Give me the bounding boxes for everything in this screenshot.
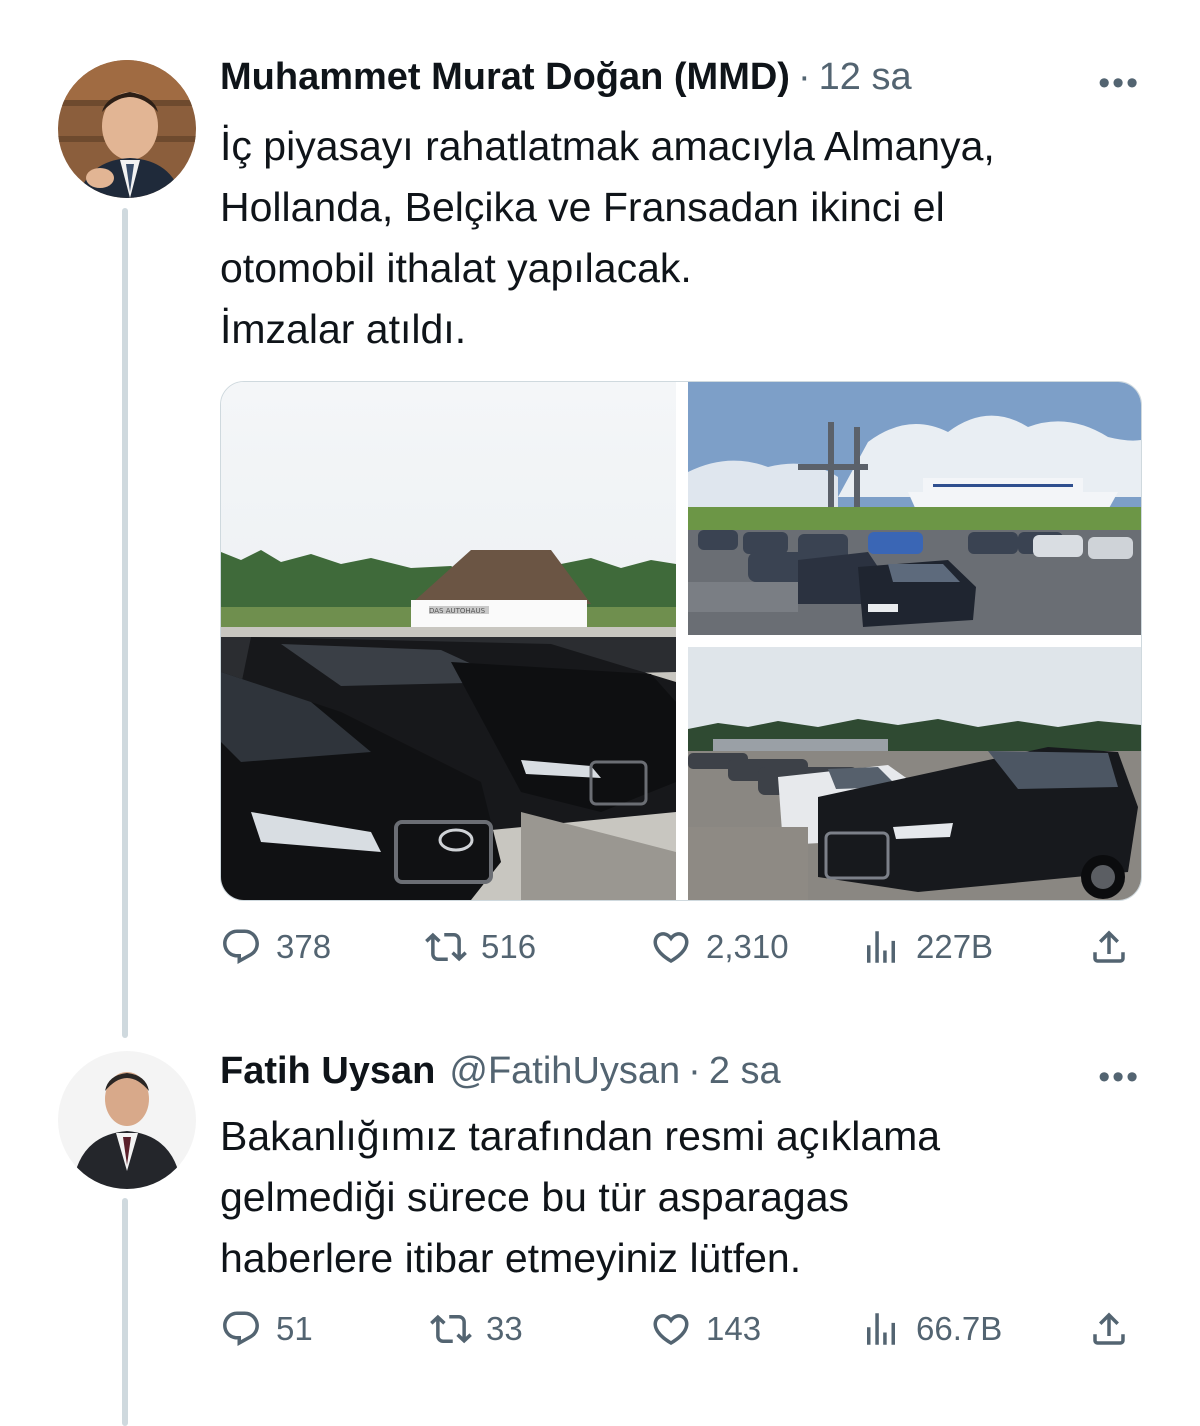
like-count: 143 bbox=[706, 1310, 762, 1347]
like-icon bbox=[653, 932, 689, 964]
reply-icon bbox=[223, 929, 259, 964]
reply-icon bbox=[223, 1311, 259, 1346]
like-icon bbox=[653, 1314, 689, 1346]
share-button[interactable] bbox=[1088, 1308, 1130, 1350]
media-photo-dealership[interactable]: DAS AUTOHAUS bbox=[221, 382, 676, 900]
tweet-text-line: Bakanlığımız tarafından resmi açıklama bbox=[220, 1113, 941, 1159]
tweet-text-line: otomobil ithalat yapılacak. bbox=[220, 245, 692, 291]
views-icon bbox=[867, 931, 895, 963]
like-button[interactable]: 143 bbox=[650, 1308, 761, 1350]
reply-button[interactable]: 378 bbox=[220, 926, 331, 968]
thread-line bbox=[122, 208, 128, 1038]
tweet-text-line: İç piyasayı rahatlatmak amacıyla Almanya… bbox=[220, 123, 995, 169]
retweet-count: 33 bbox=[486, 1310, 523, 1347]
avatar-photo bbox=[58, 60, 196, 198]
reply-button[interactable]: 51 bbox=[220, 1308, 313, 1350]
separator-dot: · bbox=[797, 56, 811, 98]
like-button[interactable]: 2,310 bbox=[650, 926, 789, 968]
media-photo-lot[interactable] bbox=[688, 647, 1141, 900]
tweet-text-line: gelmediği sürece bu tür asparagas bbox=[220, 1174, 850, 1220]
retweet-icon bbox=[425, 932, 467, 962]
tweet-actions: 51 33 143 66.7B bbox=[220, 1308, 1140, 1358]
tweet-header: Muhammet Murat Doğan (MMD) · 12 sa bbox=[220, 56, 912, 99]
reply-count: 51 bbox=[276, 1310, 313, 1347]
retweet-button[interactable]: 516 bbox=[425, 926, 536, 968]
avatar[interactable] bbox=[58, 1051, 196, 1189]
timestamp[interactable]: 12 sa bbox=[819, 56, 912, 99]
avatar-photo bbox=[58, 1051, 196, 1189]
more-icon[interactable]: ••• bbox=[1098, 1060, 1140, 1094]
more-icon[interactable]: ••• bbox=[1098, 66, 1140, 100]
author-handle[interactable]: @FatihUysan bbox=[449, 1050, 680, 1093]
tweet-actions: 378 516 2,310 227B bbox=[220, 926, 1140, 976]
tweet-text: İç piyasayı rahatlatmak amacıyla Almanya… bbox=[220, 116, 1140, 360]
retweet-button[interactable]: 33 bbox=[430, 1308, 523, 1350]
share-button[interactable] bbox=[1088, 926, 1130, 968]
timestamp[interactable]: 2 sa bbox=[709, 1050, 781, 1093]
media-sign-text: DAS AUTOHAUS bbox=[429, 607, 486, 615]
author-name[interactable]: Muhammet Murat Doğan (MMD) bbox=[220, 56, 790, 99]
reply-count: 378 bbox=[276, 928, 332, 965]
separator-dot: · bbox=[688, 1050, 701, 1092]
views-count: 227B bbox=[916, 928, 994, 965]
tweet-header: Fatih Uysan @FatihUysan · 2 sa bbox=[220, 1050, 781, 1093]
tweet-text-line: haberlere itibar etmeyiniz lütfen. bbox=[220, 1235, 802, 1281]
thread-line bbox=[122, 1198, 128, 1426]
views-count: 66.7B bbox=[916, 1310, 1003, 1347]
tweet-text-line: İmzalar atıldı. bbox=[220, 306, 467, 352]
tweet-text-line: Hollanda, Belçika ve Fransadan ikinci el bbox=[220, 184, 945, 230]
views-button[interactable]: 66.7B bbox=[860, 1308, 1002, 1350]
media-grid: DAS AUTOHAUS bbox=[220, 381, 1142, 901]
retweet-count: 516 bbox=[481, 928, 537, 965]
share-icon bbox=[1093, 930, 1125, 963]
views-button[interactable]: 227B bbox=[860, 926, 993, 968]
avatar[interactable] bbox=[58, 60, 196, 198]
media-photo-port[interactable] bbox=[688, 382, 1141, 635]
share-icon bbox=[1093, 1312, 1125, 1345]
views-icon bbox=[867, 1313, 895, 1345]
tweet-text: Bakanlığımız tarafından resmi açıklama g… bbox=[220, 1106, 1140, 1289]
author-name[interactable]: Fatih Uysan bbox=[220, 1050, 435, 1093]
like-count: 2,310 bbox=[706, 928, 789, 965]
retweet-icon bbox=[430, 1314, 472, 1344]
